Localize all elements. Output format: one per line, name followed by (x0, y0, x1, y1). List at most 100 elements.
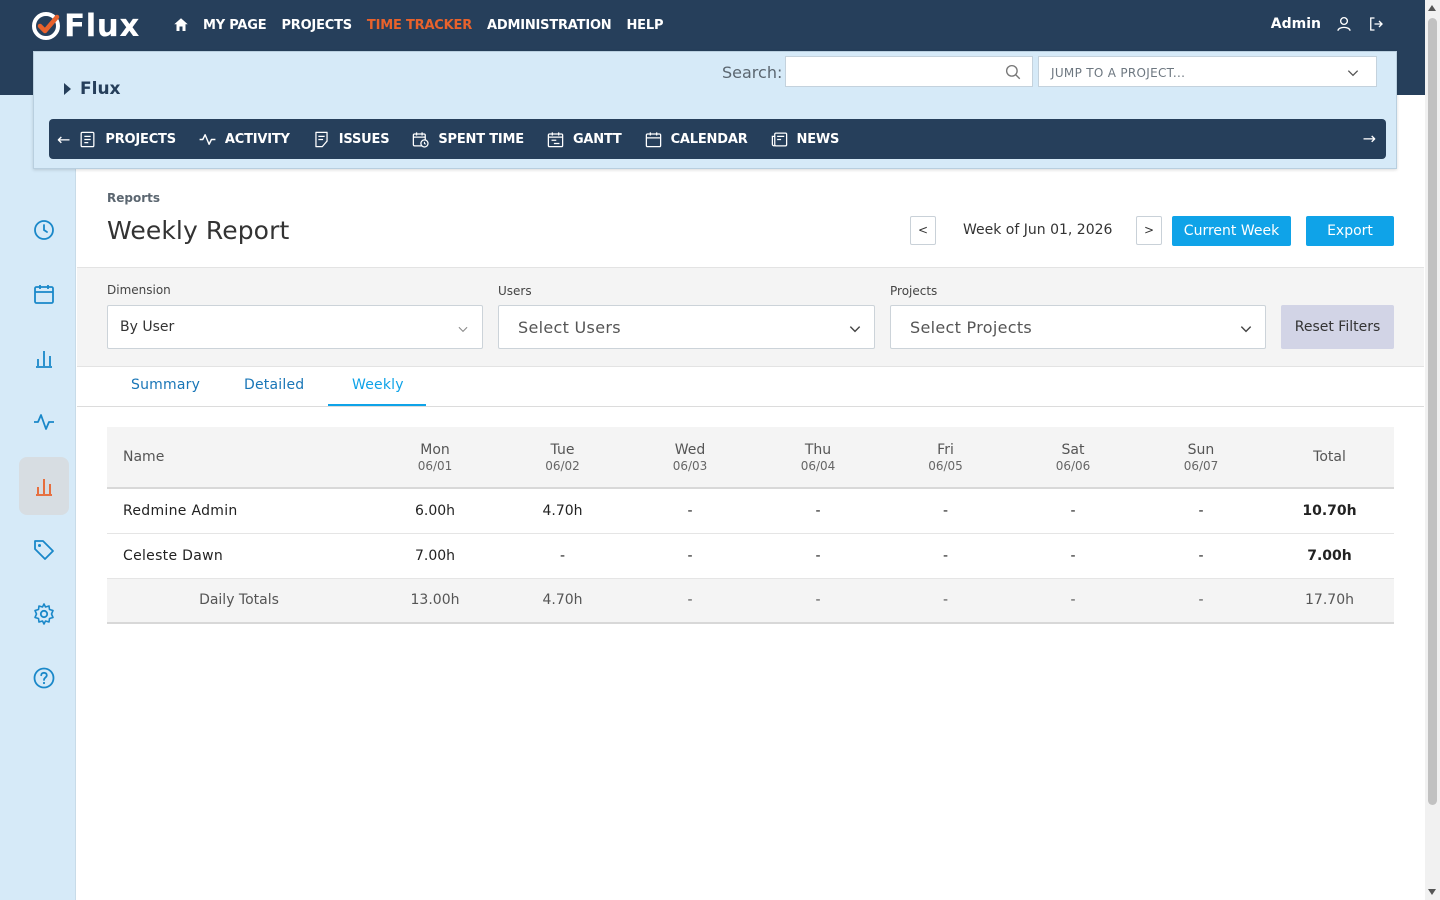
day-date: 06/02 (545, 458, 580, 473)
next-week-button[interactable]: > (1136, 216, 1162, 245)
weekly-report-table: Name Mon 06/01 Tue 06/02 Wed 06/03 Thu 06/04… (107, 427, 1394, 624)
sidebar-item-activity[interactable] (19, 393, 69, 451)
bar-chart-icon (36, 351, 52, 368)
project-menu-issues-label: ISSUES (338, 131, 390, 147)
project-title[interactable]: Flux (64, 79, 121, 99)
logout-icon[interactable] (1367, 15, 1385, 33)
project-menu-news[interactable]: NEWS (770, 130, 840, 149)
export-button[interactable]: Export (1306, 216, 1394, 246)
column-header-fri[interactable]: Fri 06/05 (882, 427, 1009, 489)
user-name[interactable]: Admin (1271, 16, 1321, 32)
jump-placeholder: JUMP TO A PROJECT... (1051, 66, 1186, 80)
row-total-cell: 10.70h (1265, 488, 1394, 534)
hours-cell: - (754, 488, 882, 534)
activity-icon (34, 414, 54, 430)
tab-weekly[interactable]: Weekly (352, 377, 404, 393)
users-label: Users (498, 284, 532, 298)
project-menu-news-label: NEWS (796, 131, 840, 147)
project-menu-activity[interactable]: ACTIVITY (198, 130, 290, 149)
projects-select[interactable]: Select Projects (890, 305, 1266, 349)
menu-my-page[interactable]: MY PAGE (203, 18, 267, 33)
column-header-name[interactable]: Name (107, 427, 371, 489)
previous-week-button[interactable]: < (910, 216, 936, 245)
scroll-down-arrow-icon[interactable] (1428, 889, 1436, 895)
home-icon[interactable] (172, 16, 190, 34)
expand-triangle-icon (64, 83, 71, 95)
hours-cell: 4.70h (499, 488, 626, 534)
logo-text: Flux (64, 8, 140, 44)
column-header-thu[interactable]: Thu 06/04 (754, 427, 882, 489)
filters-panel: Dimension By User Users Select Users Pro… (77, 267, 1424, 367)
project-menu-calendar[interactable]: CALENDAR (644, 130, 748, 149)
hours-cell: - (626, 488, 754, 534)
chevron-down-icon (849, 326, 861, 333)
user-name-cell: Celeste Dawn (107, 533, 371, 579)
main-menu: MY PAGE PROJECTS TIME TRACKER ADMINISTRA… (172, 16, 678, 34)
scroll-right-arrow-icon[interactable]: → (1363, 129, 1376, 148)
daily-total-cell: - (754, 578, 882, 624)
column-header-sat[interactable]: Sat 06/06 (1009, 427, 1137, 489)
sidebar-item-time[interactable] (19, 201, 69, 259)
scroll-up-arrow-icon[interactable] (1428, 5, 1436, 11)
users-select[interactable]: Select Users (498, 305, 875, 349)
day-date: 06/01 (417, 458, 453, 473)
projects-placeholder: Select Projects (910, 318, 1033, 337)
spent-time-icon (413, 131, 430, 148)
users-placeholder: Select Users (518, 318, 621, 337)
menu-help[interactable]: HELP (627, 18, 664, 33)
column-header-mon[interactable]: Mon 06/01 (371, 427, 499, 489)
sidebar-item-tags[interactable] (19, 521, 69, 579)
project-menu-gantt[interactable]: GANTT (546, 130, 622, 149)
page-scrollbar[interactable] (1425, 0, 1440, 900)
column-header-total[interactable]: Total (1265, 427, 1394, 489)
jump-to-project-select[interactable]: JUMP TO A PROJECT... (1038, 56, 1377, 87)
column-header-tue[interactable]: Tue 06/02 (499, 427, 626, 489)
hours-cell: - (1137, 533, 1265, 579)
logo[interactable]: Flux (30, 8, 140, 44)
dimension-select[interactable]: By User (107, 305, 483, 349)
tab-detailed[interactable]: Detailed (244, 377, 304, 393)
daily-total-cell: 4.70h (499, 578, 626, 624)
chevron-down-icon (1240, 326, 1252, 333)
project-menu-issues[interactable]: ISSUES (312, 130, 390, 149)
column-header-wed[interactable]: Wed 06/03 (626, 427, 754, 489)
search-icon[interactable] (1004, 63, 1022, 81)
breadcrumb[interactable]: Reports (107, 191, 160, 205)
grand-total-cell: 17.70h (1265, 578, 1394, 624)
day-date: 06/03 (672, 458, 708, 473)
account-area: Admin (1271, 15, 1385, 33)
user-icon[interactable] (1335, 15, 1353, 33)
reset-filters-button[interactable]: Reset Filters (1281, 305, 1394, 349)
hours-cell: - (1009, 533, 1137, 579)
project-header: Flux Search: JUMP TO A PROJECT... ← PROJ… (33, 51, 1397, 169)
calendar-icon (645, 131, 661, 147)
activity-icon (199, 133, 216, 145)
column-header-sun[interactable]: Sun 06/07 (1137, 427, 1265, 489)
sidebar-item-calendar[interactable] (19, 265, 69, 323)
hours-cell: - (499, 533, 626, 579)
tab-summary[interactable]: Summary (131, 377, 200, 393)
scrollbar-thumb[interactable] (1428, 18, 1437, 805)
help-icon (33, 667, 55, 689)
daily-total-cell: - (882, 578, 1009, 624)
project-menu-projects-label: PROJECTS (105, 131, 176, 147)
sidebar-item-help[interactable] (19, 649, 69, 707)
day-name: Fri (937, 441, 954, 458)
hours-cell: - (1137, 488, 1265, 534)
daily-totals-label: Daily Totals (107, 578, 371, 624)
project-menu-gantt-label: GANTT (572, 131, 622, 147)
sidebar-item-settings[interactable] (19, 585, 69, 643)
project-menu-spent-time[interactable]: SPENT TIME (411, 130, 524, 149)
table-row: Celeste Dawn 7.00h - - - - - - 7.00h (107, 533, 1394, 579)
current-week-button[interactable]: Current Week (1172, 216, 1291, 246)
project-menu-projects[interactable]: PROJECTS (78, 130, 176, 149)
menu-administration[interactable]: ADMINISTRATION (487, 18, 612, 33)
day-name: Sat (1061, 441, 1085, 458)
day-name: Wed (674, 441, 706, 458)
menu-projects[interactable]: PROJECTS (281, 18, 352, 33)
scroll-left-arrow-icon[interactable]: ← (57, 130, 70, 149)
menu-time-tracker[interactable]: TIME TRACKER (367, 18, 472, 33)
search-input[interactable] (785, 56, 1033, 87)
sidebar-item-reports[interactable] (19, 457, 69, 515)
sidebar-item-charts[interactable] (19, 329, 69, 387)
